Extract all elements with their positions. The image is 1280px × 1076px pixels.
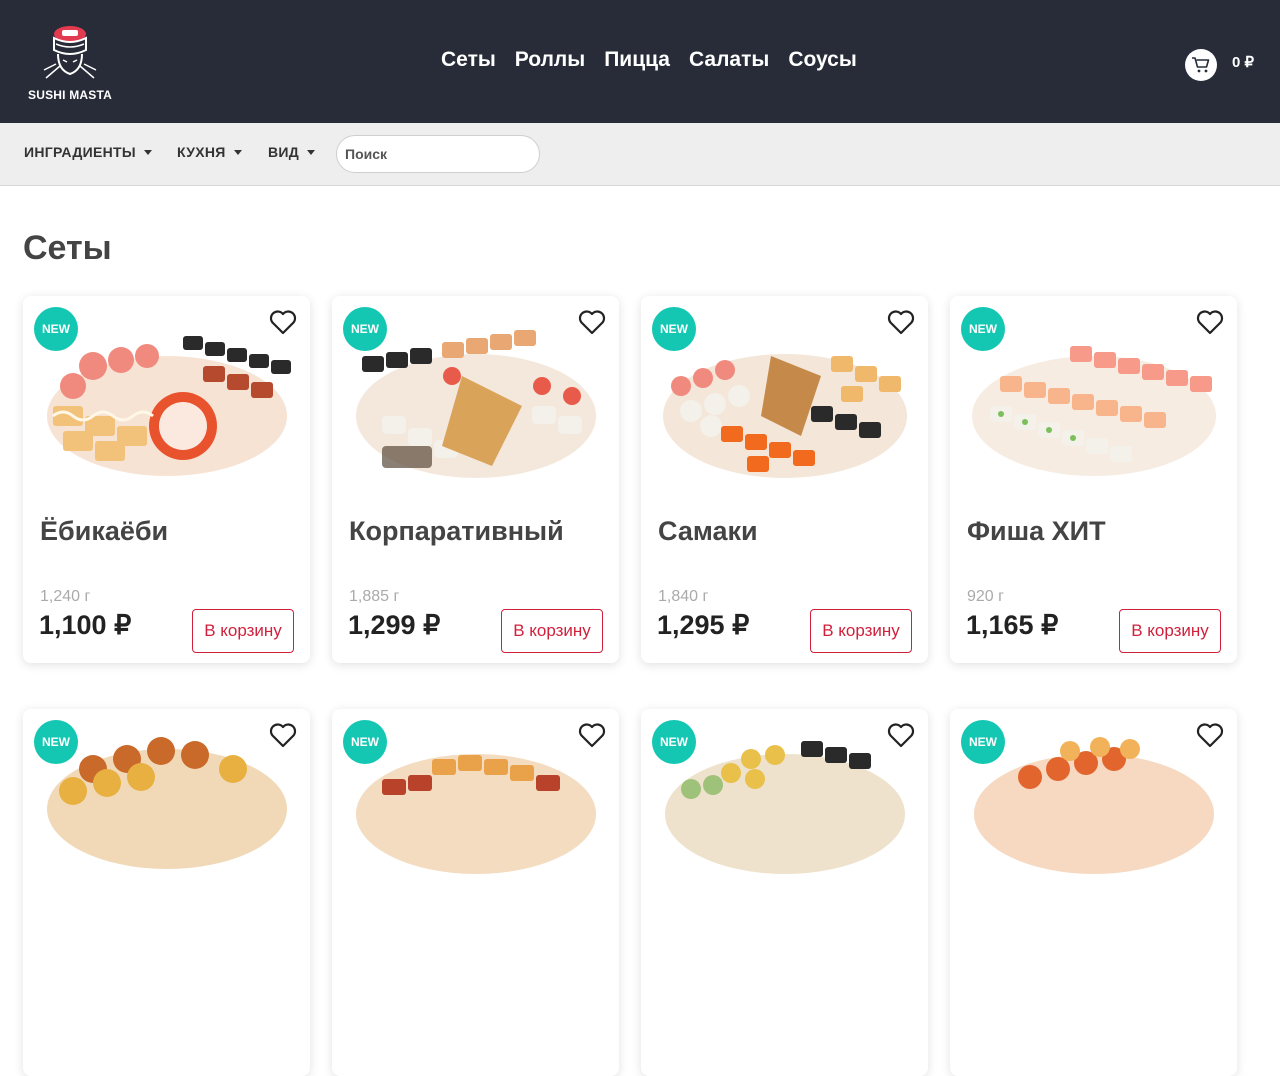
new-badge: NEW [961, 720, 1005, 764]
product-name[interactable]: Фиша ХИТ [967, 516, 1106, 547]
ingredients-dropdown-label: ИНГРАДИЕНТЫ [24, 144, 136, 160]
product-image [356, 754, 596, 874]
product-card[interactable]: NEW Ёбикаёби 1,240 г 1,100 ₽ В корзину [23, 296, 310, 663]
heart-icon[interactable] [269, 309, 297, 335]
product-image [974, 737, 1214, 874]
chevron-down-icon [143, 149, 152, 155]
product-price: 1,165 ₽ [966, 610, 1059, 640]
product-name[interactable]: Самаки [658, 516, 758, 547]
heart-icon[interactable] [887, 309, 915, 335]
chevron-down-icon [233, 149, 242, 155]
view-dropdown-label: ВИД [268, 144, 300, 160]
nav-item-sets[interactable]: Сеты [441, 48, 496, 72]
cuisine-dropdown[interactable]: КУХНЯ [177, 144, 242, 160]
logo[interactable]: SUSHI MASTA [22, 20, 118, 104]
product-image [356, 330, 596, 478]
new-badge: NEW [652, 307, 696, 351]
product-weight: 920 г [967, 588, 1004, 605]
product-image [663, 354, 907, 478]
view-dropdown[interactable]: ВИД [268, 144, 316, 160]
new-badge: NEW [34, 720, 78, 764]
heart-icon[interactable] [887, 722, 915, 748]
add-to-cart-button[interactable]: В корзину [810, 609, 912, 653]
product-name[interactable]: Ёбикаёби [40, 516, 168, 547]
product-price: 1,299 ₽ [348, 610, 441, 640]
add-to-cart-button[interactable]: В корзину [192, 609, 294, 653]
new-badge: NEW [34, 307, 78, 351]
product-card[interactable]: NEW Самаки 1,840 г 1,295 ₽ В корзину [641, 296, 928, 663]
page-title: Сеты [23, 229, 112, 267]
chevron-down-icon [307, 149, 316, 155]
new-badge: NEW [343, 720, 387, 764]
product-image [47, 737, 287, 869]
nav-item-salads[interactable]: Салаты [689, 48, 769, 72]
heart-icon[interactable] [1196, 722, 1224, 748]
product-card[interactable]: NEW [950, 709, 1237, 1076]
nav-item-rolls[interactable]: Роллы [515, 48, 585, 72]
nav-item-pizza[interactable]: Пицца [604, 48, 670, 72]
cart-button[interactable] [1185, 49, 1217, 81]
cuisine-dropdown-label: КУХНЯ [177, 144, 226, 160]
product-card[interactable]: NEW [23, 709, 310, 1076]
new-badge: NEW [343, 307, 387, 351]
product-weight: 1,840 г [658, 588, 709, 605]
product-card[interactable]: NEW [641, 709, 928, 1076]
heart-icon[interactable] [269, 722, 297, 748]
product-card[interactable]: NEW Корпаративный 1,885 г 1,299 ₽ В корз… [332, 296, 619, 663]
search-input[interactable] [336, 135, 540, 173]
nav-item-sauces[interactable]: Соусы [788, 48, 857, 72]
product-image [47, 336, 291, 476]
add-to-cart-button[interactable]: В корзину [501, 609, 603, 653]
product-image [665, 741, 905, 874]
site-header: SUSHI MASTA Сеты Роллы Пицца Салаты Соус… [0, 0, 1280, 123]
main-nav: Сеты Роллы Пицца Салаты Соусы [441, 48, 857, 72]
cart-total: 0 ₽ [1232, 54, 1255, 71]
add-to-cart-button[interactable]: В корзину [1119, 609, 1221, 653]
filter-bar: ИНГРАДИЕНТЫ КУХНЯ ВИД [0, 123, 1280, 186]
product-weight: 1,240 г [40, 588, 91, 605]
product-card[interactable]: NEW Фиша ХИТ 920 г 1,165 ₽ В корзину [950, 296, 1237, 663]
logo-icon [43, 26, 97, 79]
product-name[interactable]: Корпаративный [349, 516, 564, 547]
heart-icon[interactable] [1196, 309, 1224, 335]
product-image [972, 346, 1216, 476]
heart-icon[interactable] [578, 722, 606, 748]
product-price: 1,100 ₽ [39, 610, 132, 640]
new-badge: NEW [652, 720, 696, 764]
product-card[interactable]: NEW [332, 709, 619, 1076]
ingredients-dropdown[interactable]: ИНГРАДИЕНТЫ [24, 144, 152, 160]
product-weight: 1,885 г [349, 588, 400, 605]
cart-icon [1192, 57, 1210, 73]
new-badge: NEW [961, 307, 1005, 351]
heart-icon[interactable] [578, 309, 606, 335]
product-price: 1,295 ₽ [657, 610, 750, 640]
logo-text: SUSHI MASTA [28, 88, 112, 102]
